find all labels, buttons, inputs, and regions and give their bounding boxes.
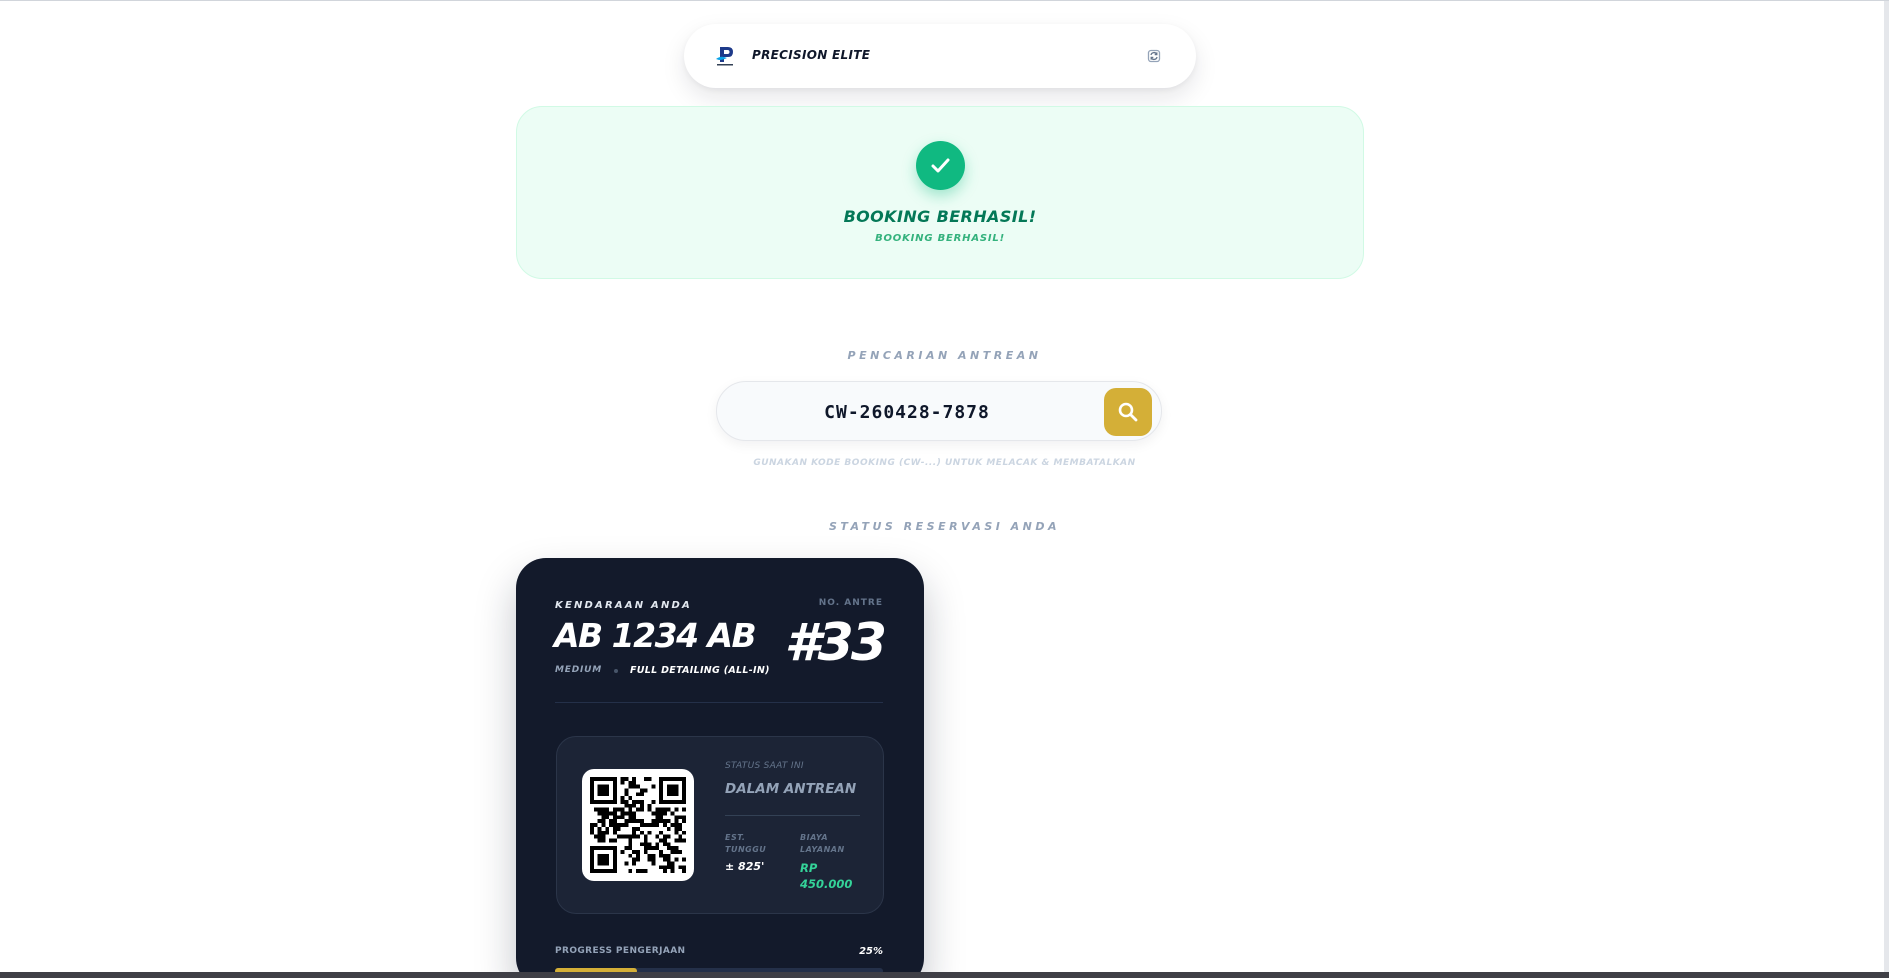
success-title: BOOKING BERHASIL! xyxy=(843,207,1037,226)
wait-label: EST. TUNGGU xyxy=(725,833,767,854)
window-bottom-edge xyxy=(0,972,1889,978)
status-label: STATUS SAAT INI xyxy=(725,761,804,771)
qr-code-icon xyxy=(582,769,694,881)
status-divider xyxy=(725,815,860,816)
check-icon xyxy=(916,141,965,190)
fee-label: BIAYA LAYANAN xyxy=(800,833,845,854)
precision-logo-icon xyxy=(713,44,737,68)
refresh-icon[interactable] xyxy=(1146,48,1162,64)
booking-code-input[interactable] xyxy=(737,394,1077,430)
progress-percent: 25% xyxy=(859,946,883,957)
app-viewport: PRECISION ELITE BOOKING BERHASIL! BOOKIN… xyxy=(0,0,1889,978)
window-edge xyxy=(1884,1,1889,978)
queue-label: NO. ANTRE xyxy=(818,598,883,608)
success-subtitle: BOOKING BERHASIL! xyxy=(875,233,1005,244)
service-package: FULL DETAILING (ALL-IN) xyxy=(630,665,770,676)
queue-number: #33 xyxy=(784,613,887,673)
search-hint: GUNAKAN KODE BOOKING (CW-...) UNTUK MELA… xyxy=(753,458,1136,468)
vehicle-label: KENDARAAN ANDA xyxy=(555,600,692,611)
ticket-divider xyxy=(555,702,883,703)
wait-value: ± 825' xyxy=(725,860,765,873)
search-section-label: PENCARIAN ANTREAN xyxy=(847,349,1042,362)
success-banner: BOOKING BERHASIL! BOOKING BERHASIL! xyxy=(516,106,1364,279)
search-button[interactable] xyxy=(1104,388,1152,436)
license-plate: AB 1234 AB xyxy=(554,616,757,655)
brand-name: PRECISION ELITE xyxy=(752,48,871,62)
progress-label: PROGRESS PENGERJAAN xyxy=(555,946,686,956)
search-icon xyxy=(1118,402,1138,422)
reservation-ticket: KENDARAAN ANDA NO. ANTRE AB 1234 AB #33 … xyxy=(516,558,924,978)
status-card: STATUS SAAT INI DALAM ANTREAN EST. TUNGG… xyxy=(556,736,884,914)
separator-dot xyxy=(614,669,618,673)
reservation-section-label: STATUS RESERVASI ANDA xyxy=(828,520,1061,533)
search-box xyxy=(716,381,1162,441)
fee-value: RP 450.000 xyxy=(800,861,853,891)
app-header: PRECISION ELITE xyxy=(684,24,1196,88)
status-value: DALAM ANTREAN xyxy=(725,781,857,797)
vehicle-size: MEDIUM xyxy=(555,665,602,675)
